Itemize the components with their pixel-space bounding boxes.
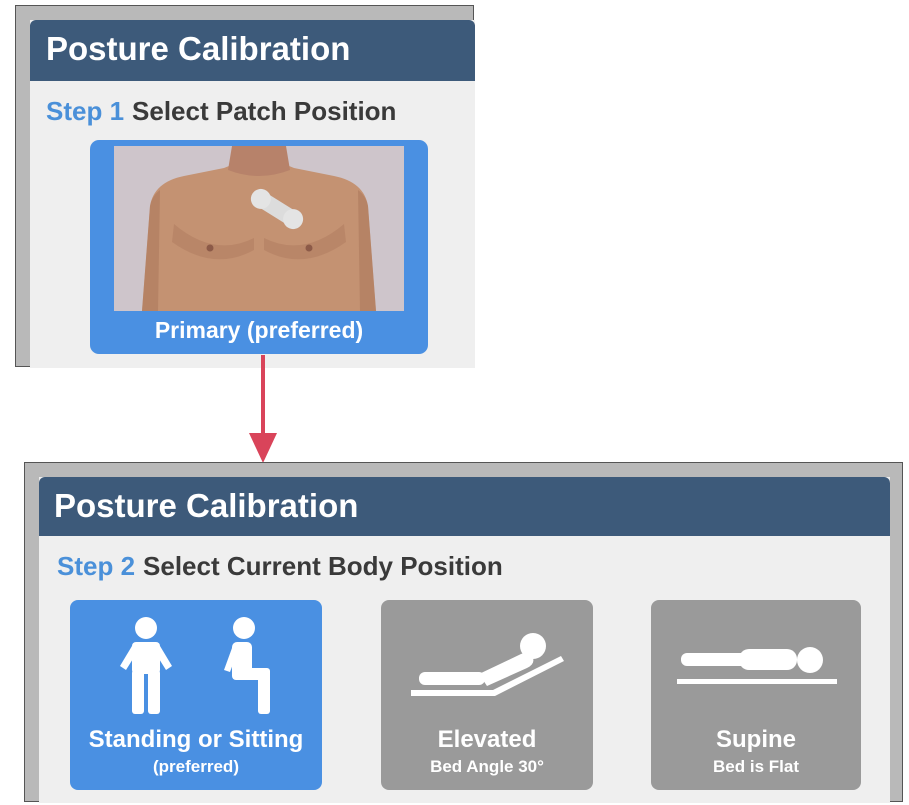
position-option-title: Elevated [437,726,537,753]
patch-position-panel: Posture Calibration Step 1 Select Patch P… [15,5,475,368]
position-option-elevated[interactable]: Elevated Bed Angle 30° [381,600,593,790]
page-title: Posture Calibration [46,30,351,67]
body-position-panel: Posture Calibration Step 2 Select Current… [24,462,903,803]
elevated-bed-icon [411,633,564,696]
arrow-down-icon [249,355,277,463]
patch-option-label: Primary (preferred) [154,317,364,343]
position-option-standing-sitting[interactable]: Standing or Sitting (preferred) [70,600,322,790]
body-position-content: Posture Calibration Step 2 Select Current… [39,477,890,803]
standing-sitting-icon [120,617,270,714]
supine-icon [677,647,837,684]
chest-illustration [114,146,404,311]
position-option-supine[interactable]: Supine Bed is Flat [651,600,861,790]
patch-option-primary[interactable]: Primary (preferred) [90,140,428,354]
position-option-subtitle: Bed Angle 30° [430,757,544,776]
chest-photo [114,146,404,311]
step-text: Select Patch Position [132,96,397,126]
step-number: Step 1 [46,96,125,126]
step-number: Step 2 [57,551,136,581]
position-option-title: Supine [715,726,796,753]
step-heading: Step 2 Select Current Body Position [57,551,503,582]
position-option-subtitle: Bed is Flat [713,757,799,776]
patch-position-content: Posture Calibration Step 1 Select Patch P… [30,20,475,368]
position-option-title: Standing or Sitting [88,726,304,753]
panel-header: Posture Calibration [39,477,890,536]
position-option-subtitle: (preferred) [153,757,239,776]
panel-header: Posture Calibration [30,20,475,81]
page-title: Posture Calibration [54,487,359,524]
step-text: Select Current Body Position [143,551,503,581]
step-heading: Step 1 Select Patch Position [46,96,396,127]
